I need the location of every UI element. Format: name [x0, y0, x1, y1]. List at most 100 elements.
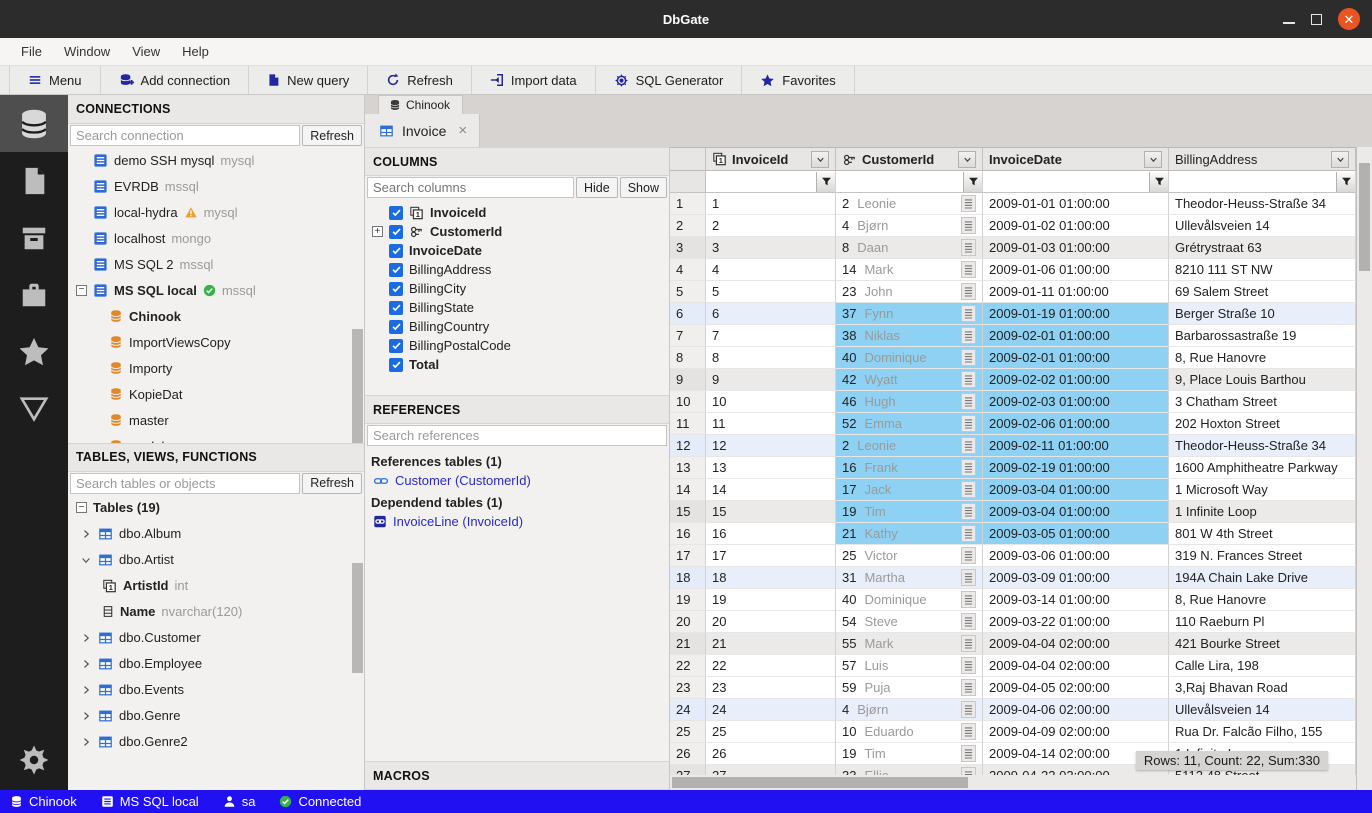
open-detail-button[interactable] — [961, 569, 976, 586]
tables-refresh-button[interactable]: Refresh — [302, 473, 362, 494]
activity-briefcase-button[interactable] — [0, 266, 68, 323]
cell-customerid[interactable]: 25Victor — [836, 545, 983, 567]
row-number-cell[interactable]: 5 — [670, 281, 706, 303]
checkbox-checked[interactable] — [389, 358, 403, 372]
cell-invoiceid[interactable]: 20 — [706, 611, 836, 633]
cell-invoicedate[interactable]: 2009-01-01 01:00:00 — [983, 193, 1169, 215]
row-number-cell[interactable]: 24 — [670, 699, 706, 721]
cell-invoicedate[interactable]: 2009-03-04 01:00:00 — [983, 479, 1169, 501]
activity-settings-button[interactable] — [0, 730, 68, 790]
open-detail-button[interactable] — [961, 547, 976, 564]
cell-invoicedate[interactable]: 2009-02-02 01:00:00 — [983, 369, 1169, 391]
grid-vertical-scrollbar[interactable] — [1356, 147, 1372, 790]
row-number-cell[interactable]: 16 — [670, 523, 706, 545]
cell-customerid[interactable]: 4Bjørn — [836, 699, 983, 721]
maximize-button[interactable] — [1311, 14, 1322, 25]
connection-item[interactable]: model — [68, 433, 364, 443]
activity-database-button[interactable] — [0, 95, 68, 152]
connection-item[interactable]: local-hydramysql — [68, 199, 364, 225]
cell-customerid[interactable]: 16Frank — [836, 457, 983, 479]
cell-invoiceid[interactable]: 5 — [706, 281, 836, 303]
cell-invoiceid[interactable]: 11 — [706, 413, 836, 435]
cell-customerid[interactable]: 10Eduardo — [836, 721, 983, 743]
search-references-input[interactable] — [367, 425, 667, 446]
row-number-cell[interactable]: 4 — [670, 259, 706, 281]
hide-button[interactable]: Hide — [576, 177, 618, 198]
column-menu-button[interactable] — [1144, 151, 1162, 168]
cell-billingaddress[interactable]: 8210 111 ST NW — [1169, 259, 1356, 281]
cell-invoiceid[interactable]: 7 — [706, 325, 836, 347]
cell-customerid[interactable]: 23John — [836, 281, 983, 303]
row-number-cell[interactable]: 20 — [670, 611, 706, 633]
cell-invoicedate[interactable]: 2009-02-01 01:00:00 — [983, 347, 1169, 369]
cell-customerid[interactable]: 37Fynn — [836, 303, 983, 325]
cell-invoicedate[interactable]: 2009-03-04 01:00:00 — [983, 501, 1169, 523]
cell-invoiceid[interactable]: 6 — [706, 303, 836, 325]
open-detail-button[interactable] — [961, 195, 976, 212]
search-tables-input[interactable] — [70, 473, 300, 494]
cell-billingaddress[interactable]: 69 Salem Street — [1169, 281, 1356, 303]
cell-customerid[interactable]: 55Mark — [836, 633, 983, 655]
row-number-cell[interactable]: 25 — [670, 721, 706, 743]
open-detail-button[interactable] — [961, 437, 976, 454]
open-detail-button[interactable] — [961, 305, 976, 322]
minimize-button[interactable] — [1283, 22, 1295, 24]
cell-invoicedate[interactable]: 2009-02-03 01:00:00 — [983, 391, 1169, 413]
grid-header-billingaddress[interactable]: BillingAddress — [1169, 148, 1356, 171]
filter-funnel-button[interactable] — [963, 172, 982, 192]
cell-customerid[interactable]: 46Hugh — [836, 391, 983, 413]
filter-funnel-button[interactable] — [1336, 172, 1355, 192]
open-detail-button[interactable] — [961, 635, 976, 652]
connections-scrollbar[interactable] — [352, 329, 363, 443]
menu-item-file[interactable]: File — [10, 41, 53, 62]
reference-link[interactable]: Customer (CustomerId) — [373, 473, 663, 488]
cell-invoiceid[interactable]: 16 — [706, 523, 836, 545]
cell-customerid[interactable]: 57Luis — [836, 655, 983, 677]
cell-invoicedate[interactable]: 2009-01-06 01:00:00 — [983, 259, 1169, 281]
checkbox-checked[interactable] — [389, 206, 403, 220]
open-detail-button[interactable] — [961, 415, 976, 432]
cell-invoiceid[interactable]: 1 — [706, 193, 836, 215]
cell-invoiceid[interactable]: 14 — [706, 479, 836, 501]
cell-customerid[interactable]: 4Bjørn — [836, 215, 983, 237]
menu-item-window[interactable]: Window — [53, 41, 121, 62]
table-item[interactable]: dbo.Employee — [68, 651, 364, 677]
checkbox-checked[interactable] — [389, 301, 403, 315]
cell-invoiceid[interactable]: 9 — [706, 369, 836, 391]
checkbox-checked[interactable] — [389, 225, 403, 239]
tab-close-icon[interactable]: × — [454, 122, 467, 139]
close-button[interactable]: ✕ — [1338, 8, 1360, 30]
cell-customerid[interactable]: 19Tim — [836, 501, 983, 523]
cell-customerid[interactable]: 38Niklas — [836, 325, 983, 347]
cell-invoiceid[interactable]: 8 — [706, 347, 836, 369]
status-sa[interactable]: sa — [223, 794, 256, 809]
cell-customerid[interactable]: 31Martha — [836, 567, 983, 589]
cell-billingaddress[interactable]: 202 Hoxton Street — [1169, 413, 1356, 435]
grid-filter-billingaddress[interactable] — [1169, 171, 1356, 193]
cell-customerid[interactable]: 21Kathy — [836, 523, 983, 545]
grid-header-customerid[interactable]: CustomerId — [836, 148, 983, 171]
connection-item[interactable]: KopieDat — [68, 381, 364, 407]
menu-item-help[interactable]: Help — [171, 41, 220, 62]
column-toggle-item[interactable]: InvoiceDate — [365, 241, 669, 260]
column-menu-button[interactable] — [1331, 151, 1349, 168]
checkbox-checked[interactable] — [389, 339, 403, 353]
cell-invoiceid[interactable]: 12 — [706, 435, 836, 457]
connection-item[interactable]: ImportViewsCopy — [68, 329, 364, 355]
open-detail-button[interactable] — [961, 283, 976, 300]
open-detail-button[interactable] — [961, 679, 976, 696]
grid-filter-invoiceid[interactable] — [706, 171, 836, 193]
row-number-cell[interactable]: 18 — [670, 567, 706, 589]
column-toggle-item[interactable]: 1InvoiceId — [365, 203, 669, 222]
cell-invoicedate[interactable]: 2009-03-09 01:00:00 — [983, 567, 1169, 589]
cell-billingaddress[interactable]: 3 Chatham Street — [1169, 391, 1356, 413]
cell-billingaddress[interactable]: 8, Rue Hanovre — [1169, 589, 1356, 611]
cell-invoiceid[interactable]: 4 — [706, 259, 836, 281]
open-detail-button[interactable] — [961, 481, 976, 498]
cell-billingaddress[interactable]: 801 W 4th Street — [1169, 523, 1356, 545]
column-toggle-item[interactable]: BillingCountry — [365, 317, 669, 336]
row-number-cell[interactable]: 3 — [670, 237, 706, 259]
connections-refresh-button[interactable]: Refresh — [302, 125, 362, 146]
cell-invoicedate[interactable]: 2009-03-14 01:00:00 — [983, 589, 1169, 611]
cell-customerid[interactable]: 17Jack — [836, 479, 983, 501]
